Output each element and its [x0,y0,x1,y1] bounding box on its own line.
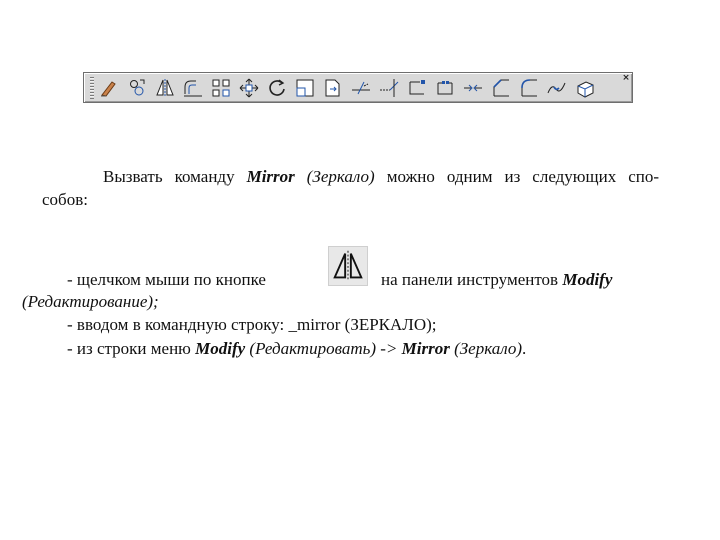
chamfer-icon [493,79,509,97]
bullet-1-start: - щелчком мыши по кнопке [67,270,266,289]
break-button[interactable] [434,77,456,99]
bullet-1-panel-text: на панели инструментов [381,270,563,289]
paragraph-intro-line-2: собов: [42,190,88,209]
move-button[interactable] [238,77,260,99]
trim-button[interactable] [350,77,372,99]
copy-button[interactable] [126,77,148,99]
scale-icon [296,79,314,97]
toolbar-grip[interactable] [90,77,94,99]
offset-button[interactable] [182,77,204,99]
erase-icon [101,81,116,97]
command-name-ru: (Зеркало) [294,167,375,186]
mirror-inline-icon [333,250,363,282]
mirror-inline-button [328,246,368,286]
explode-button[interactable] [574,77,596,99]
bullet-1-panel-name: Modify [562,270,613,289]
break-at-point-icon [409,80,425,95]
move-icon [239,78,259,98]
bullet-1-line-2: (Редактирование); [22,292,159,311]
fillet-button[interactable] [518,77,540,99]
mirror-button[interactable] [154,77,176,99]
bullet-3-end: . [522,339,527,358]
join-button[interactable] [462,77,484,99]
bullet-3-menu-ru: (Редактировать) -> [245,339,402,358]
explode-icon [577,81,594,98]
erase-button[interactable] [98,77,120,99]
bullet-3-start: - из строки меню [67,339,196,358]
command-name: Mirror [246,167,295,186]
bullet-3-command-ru: (Зеркало) [449,339,523,358]
blend-curves-button[interactable] [546,77,568,99]
fillet-icon [521,79,537,97]
offset-icon [184,80,202,97]
array-button[interactable] [210,77,232,99]
intro-text-start: Вызвать команду [103,167,247,186]
stretch-button[interactable] [322,77,344,99]
mirror-icon [156,79,174,97]
extend-button[interactable] [378,77,400,99]
bullet-3-menu: Modify [195,339,246,358]
rotate-icon [269,79,285,96]
break-icon [437,81,453,95]
toolbar-close-icon[interactable]: × [622,74,630,83]
array-icon [212,79,230,97]
bullet-1-end: на панели инструментов Modify [381,270,612,290]
bullet-2: - вводом в командную строку: _mirror (ЗЕ… [67,315,437,334]
bullet-3-command: Mirror [401,339,450,358]
chamfer-button[interactable] [490,77,512,99]
rotate-button[interactable] [266,77,288,99]
paragraph-intro-line-1: Вызвать команду Mirror (Зеркало) можно о… [103,167,659,187]
modify-toolbar: × [83,72,633,103]
stretch-icon [325,79,340,97]
bullet-3: - из строки меню Modify (Редактировать) … [67,339,526,359]
trim-icon [352,81,370,95]
break-at-point-button[interactable] [406,77,428,99]
scale-button[interactable] [294,77,316,99]
blend-curves-icon [547,82,566,94]
copy-icon [130,79,145,96]
join-icon [464,84,482,92]
intro-text-end: можно одним из следующих спо- [374,167,659,186]
extend-icon [380,79,399,97]
